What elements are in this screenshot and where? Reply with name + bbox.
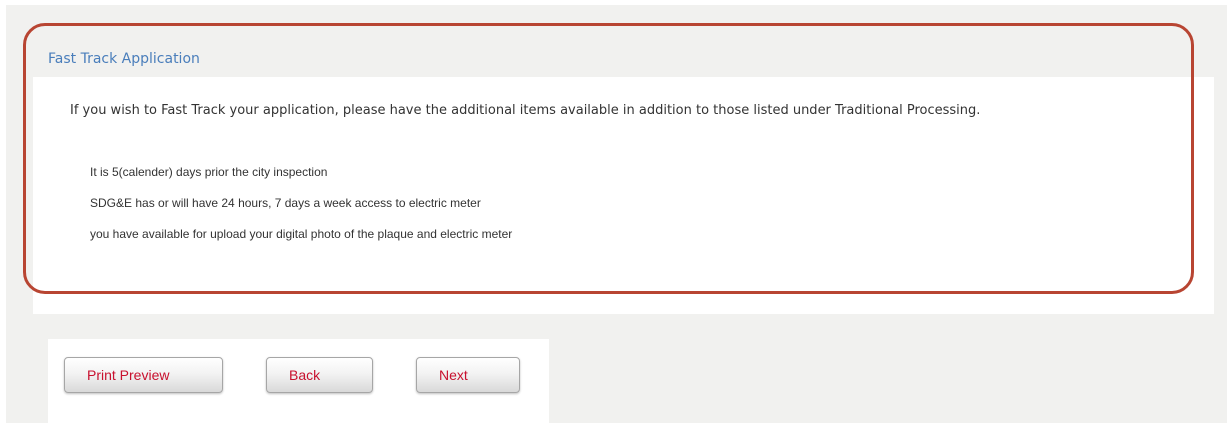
next-button[interactable]: Next	[416, 357, 520, 393]
requirement-item: It is 5(calender) days prior the city in…	[90, 165, 328, 179]
section-title: Fast Track Application	[48, 51, 200, 67]
back-button[interactable]: Back	[266, 357, 373, 393]
fast-track-header	[33, 43, 1214, 77]
requirements-list: It is 5(calender) days prior the city in…	[90, 163, 512, 256]
requirement-item: SDG&E has or will have 24 hours, 7 days …	[90, 196, 481, 210]
print-preview-button[interactable]: Print Preview	[64, 357, 223, 393]
requirement-item: you have available for upload your digit…	[90, 227, 513, 241]
intro-text: If you wish to Fast Track your applicati…	[70, 103, 981, 118]
